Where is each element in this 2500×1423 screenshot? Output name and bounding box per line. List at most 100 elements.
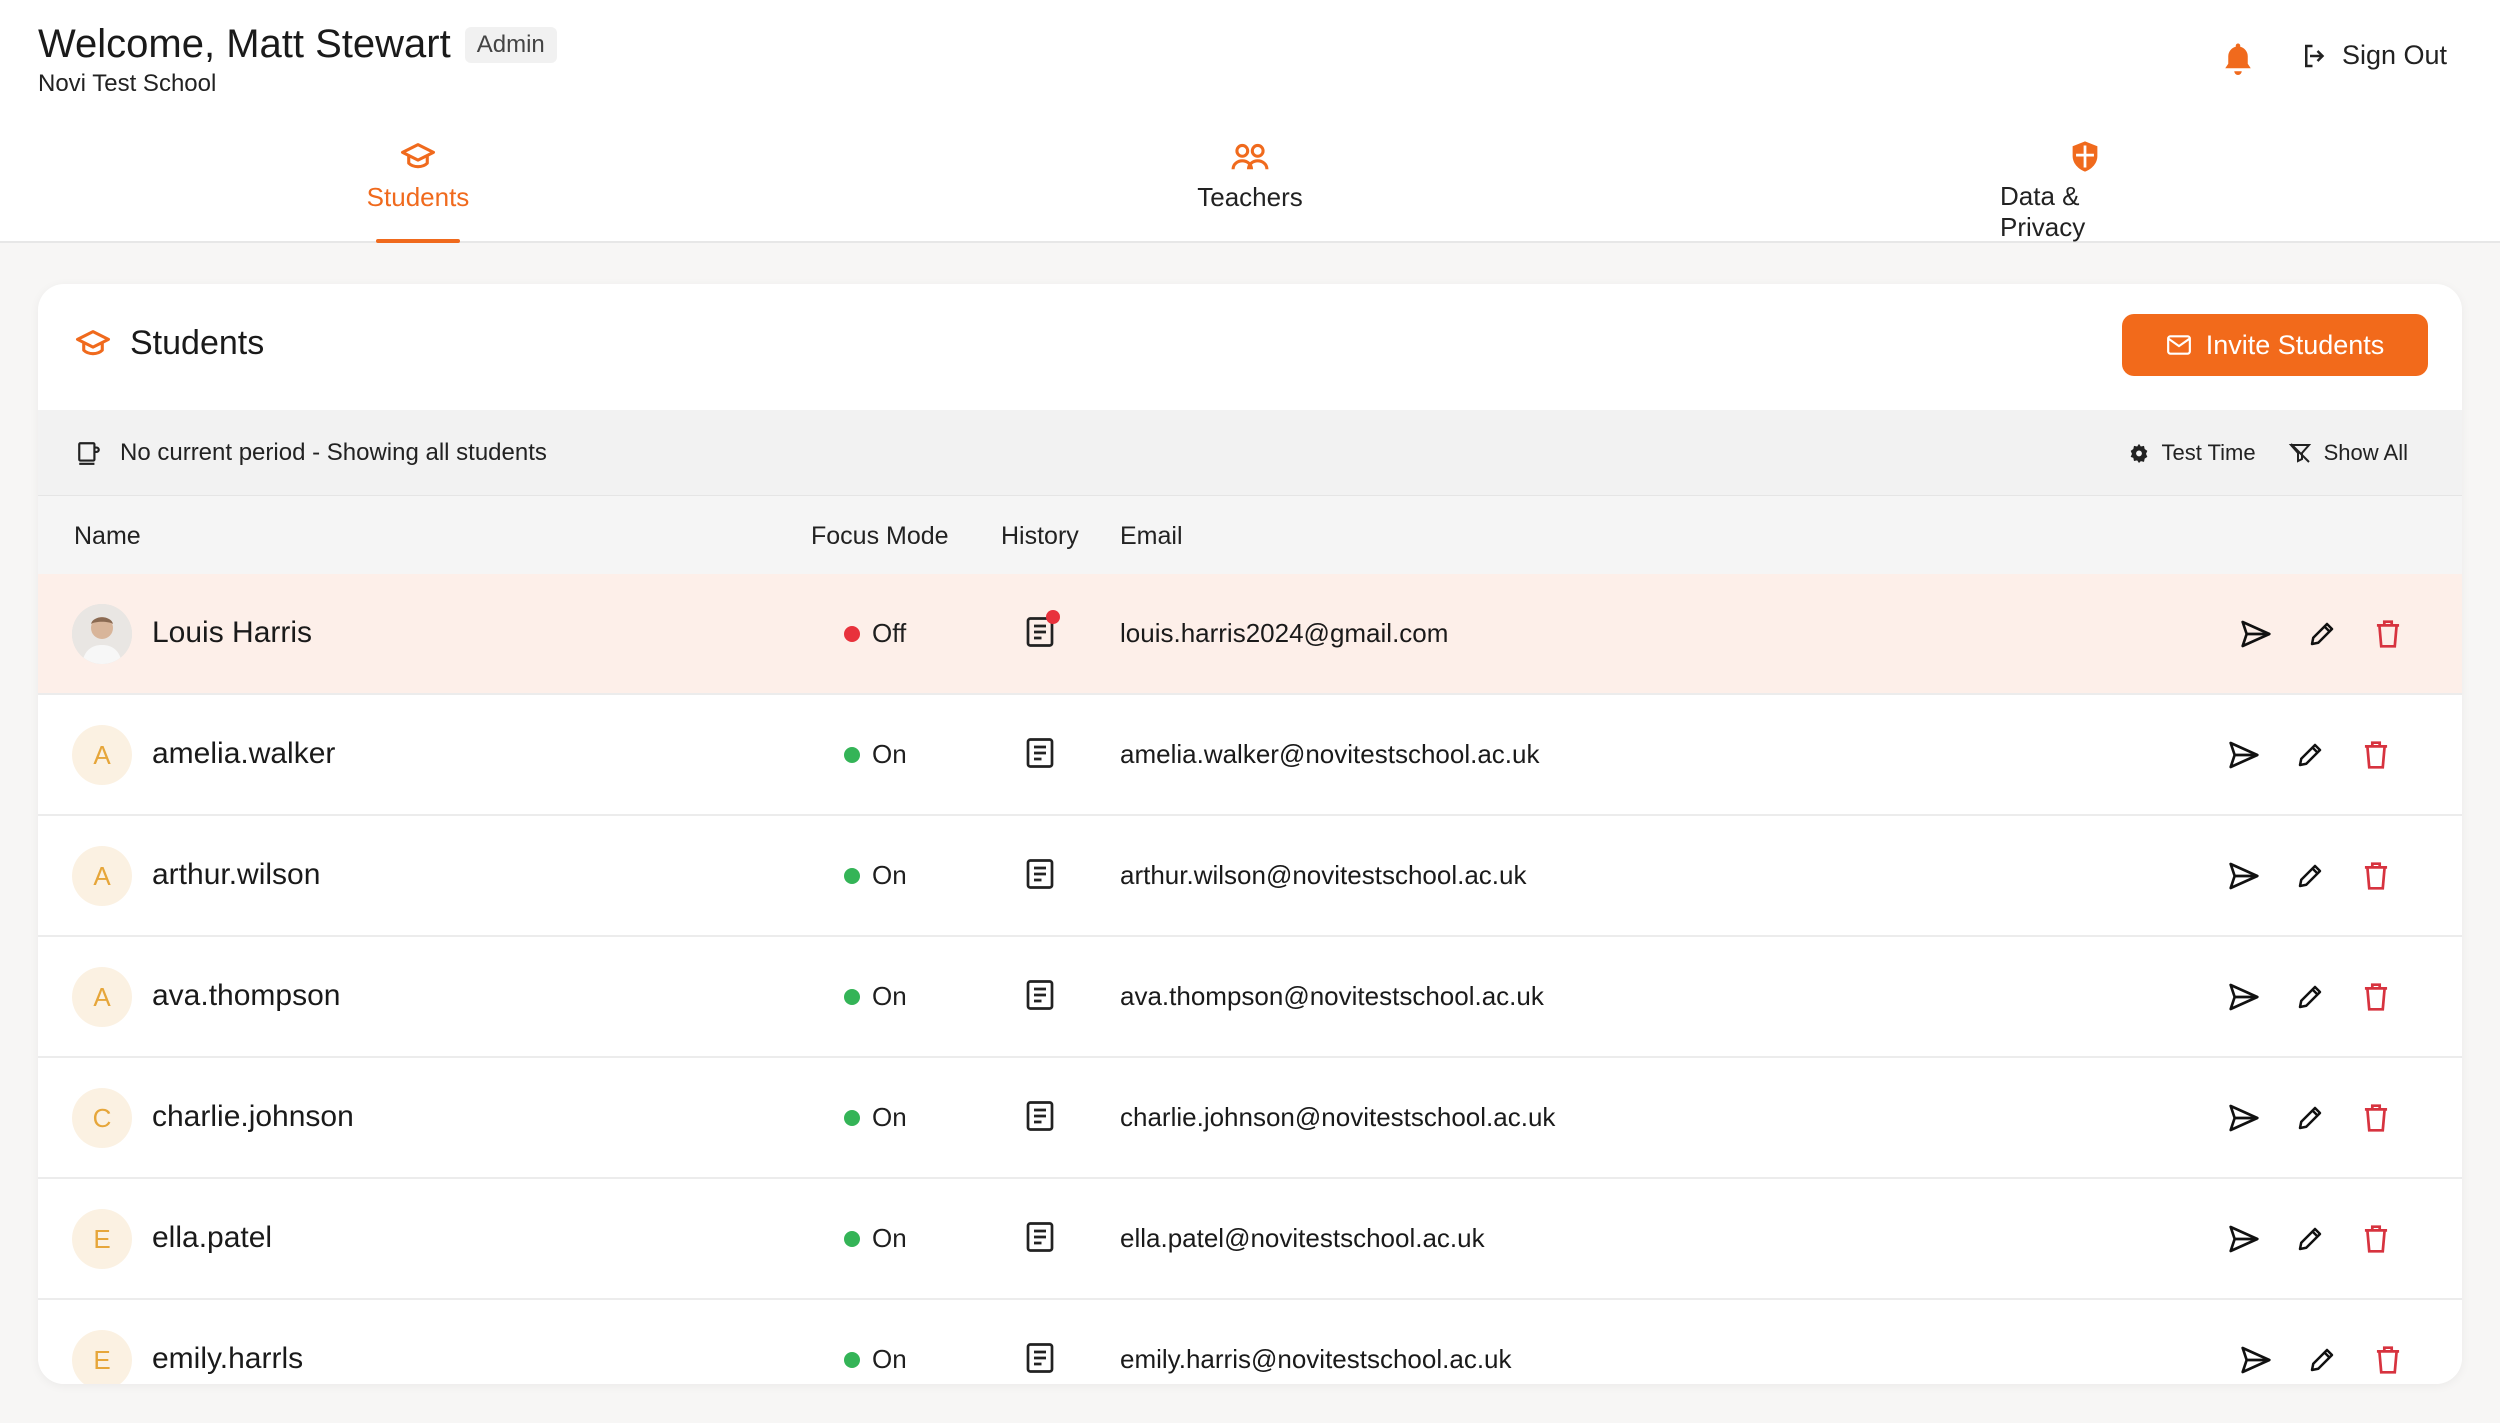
welcome-title: Welcome, Matt Stewart [38, 22, 451, 66]
invite-students-button[interactable]: Invite Students [2122, 314, 2428, 376]
period-bar: No current period - Showing all students… [38, 410, 2462, 496]
send-icon[interactable] [2226, 1100, 2262, 1136]
avatar: A [72, 846, 132, 906]
student-email: ava.thompson@novitestschool.ac.uk [1120, 981, 1544, 1011]
table-row[interactable]: Aava.thompson On ava.thompson@novitestscho… [38, 937, 2462, 1058]
history-icon[interactable] [1022, 856, 1058, 892]
show-all-label: Show All [2323, 440, 2408, 465]
send-icon[interactable] [2238, 1342, 2274, 1378]
delete-trash-icon[interactable] [2358, 858, 2394, 894]
focus-mode-status[interactable]: On [844, 1223, 907, 1254]
edit-pencil-icon[interactable] [2304, 616, 2340, 652]
student-name: Louis Harris [152, 616, 313, 649]
table-row[interactable]: Ccharlie.johnson On charlie.johnson@novite… [38, 1058, 2462, 1179]
mail-icon [2166, 335, 2191, 355]
period-status: No current period - Showing all students [76, 410, 547, 496]
status-dot [844, 867, 860, 884]
student-email: emily.harris@novitestschool.ac.uk [1120, 1344, 1512, 1374]
focus-mode-label: On [872, 1102, 907, 1132]
table-header: Name Focus Mode History Email [38, 496, 2462, 574]
row-actions [2238, 616, 2406, 652]
shield-icon [2072, 141, 2098, 172]
sign-out-button[interactable]: Sign Out [2300, 40, 2447, 71]
period-actions: Test Time Show All [2129, 410, 2408, 496]
focus-mode-status[interactable]: On [844, 1102, 907, 1133]
delete-trash-icon[interactable] [2358, 1221, 2394, 1257]
send-icon[interactable] [2238, 616, 2274, 652]
student-name: emily.harrls [152, 1342, 304, 1375]
tab-students[interactable]: Students [360, 140, 476, 243]
history-icon[interactable] [1022, 1340, 1058, 1376]
avatar: A [72, 967, 132, 1027]
send-icon[interactable] [2226, 1221, 2262, 1257]
test-time-label: Test Time [2161, 440, 2256, 465]
invite-students-label: Invite Students [2205, 329, 2385, 360]
focus-mode-label: On [872, 981, 907, 1011]
student-name: amelia.walker [152, 737, 336, 770]
bell-icon[interactable] [2220, 40, 2256, 80]
row-actions [2238, 1342, 2406, 1378]
history-icon[interactable] [1022, 977, 1058, 1013]
edit-pencil-icon[interactable] [2292, 858, 2328, 894]
avatar: A [72, 725, 132, 785]
tab-data-privacy[interactable]: Data & Privacy [2000, 140, 2170, 243]
tab-label-teachers: Teachers [1197, 182, 1303, 212]
welcome-header: Welcome, Matt Stewart Admin [38, 22, 557, 67]
student-name: ella.patel [152, 1221, 273, 1254]
focus-mode-label: On [872, 739, 907, 769]
card-title-text: Students [130, 324, 265, 362]
focus-mode-status[interactable]: On [844, 739, 907, 770]
table-row[interactable]: Aamelia.walker On amelia.walker@novitestsc… [38, 695, 2462, 816]
focus-mode-status[interactable]: On [844, 1344, 907, 1375]
col-history: History [1001, 522, 1079, 550]
delete-trash-icon[interactable] [2358, 1100, 2394, 1136]
tab-teachers[interactable]: Teachers [1190, 140, 1310, 243]
edit-pencil-icon[interactable] [2292, 737, 2328, 773]
sign-out-label: Sign Out [2342, 40, 2448, 70]
table-row[interactable]: Aarthur.wilson On arthur.wilson@novitestsc… [38, 816, 2462, 937]
edit-pencil-icon[interactable] [2292, 979, 2328, 1015]
edit-pencil-icon[interactable] [2292, 1100, 2328, 1136]
table-row[interactable]: Eemily.harrls On emily.harris@novitestscho… [38, 1300, 2462, 1384]
focus-mode-status[interactable]: On [844, 860, 907, 891]
graduation-cap-icon [76, 329, 110, 355]
student-name: ava.thompson [152, 979, 341, 1012]
delete-trash-icon[interactable] [2358, 979, 2394, 1015]
period-text: No current period - Showing all students [120, 439, 547, 466]
history-icon[interactable] [1022, 1098, 1058, 1134]
avatar: C [72, 1088, 132, 1148]
delete-trash-icon[interactable] [2358, 737, 2394, 773]
table-row[interactable]: Eella.patel On ella.patel@novitestschool.a… [38, 1179, 2462, 1300]
delete-trash-icon[interactable] [2370, 616, 2406, 652]
focus-mode-status[interactable]: On [844, 981, 907, 1012]
col-email: Email [1120, 522, 1183, 550]
send-icon[interactable] [2226, 858, 2262, 894]
send-icon[interactable] [2226, 979, 2262, 1015]
sign-out-icon [2305, 44, 2325, 67]
student-email: charlie.johnson@novitestschool.ac.uk [1120, 1102, 1556, 1132]
status-dot [844, 625, 860, 642]
users-icon [1231, 143, 1269, 170]
coffee-cup-icon [78, 442, 100, 465]
notification-dot [1046, 610, 1060, 624]
history-icon[interactable] [1022, 1219, 1058, 1255]
students-card: Students Invite Students No current peri… [38, 284, 2462, 1384]
row-actions [2226, 1221, 2394, 1257]
history-icon[interactable] [1022, 735, 1058, 771]
table-row[interactable]: Louis Harris Off louis.harris2024@gmail.co… [38, 574, 2462, 695]
role-badge: Admin [464, 26, 557, 63]
send-icon[interactable] [2226, 737, 2262, 773]
focus-mode-status[interactable]: Off [844, 618, 906, 649]
show-all-button[interactable]: Show All [2288, 440, 2408, 466]
test-time-button[interactable]: Test Time [2129, 440, 2256, 466]
avatar: E [72, 1209, 132, 1269]
student-name: charlie.johnson [152, 1100, 354, 1133]
edit-pencil-icon[interactable] [2304, 1342, 2340, 1378]
history-icon[interactable] [1022, 610, 1060, 650]
focus-mode-label: Off [872, 618, 907, 648]
gear-icon [2131, 443, 2148, 463]
focus-mode-label: On [872, 860, 907, 890]
delete-trash-icon[interactable] [2370, 1342, 2406, 1378]
row-actions [2226, 858, 2394, 894]
edit-pencil-icon[interactable] [2292, 1221, 2328, 1257]
